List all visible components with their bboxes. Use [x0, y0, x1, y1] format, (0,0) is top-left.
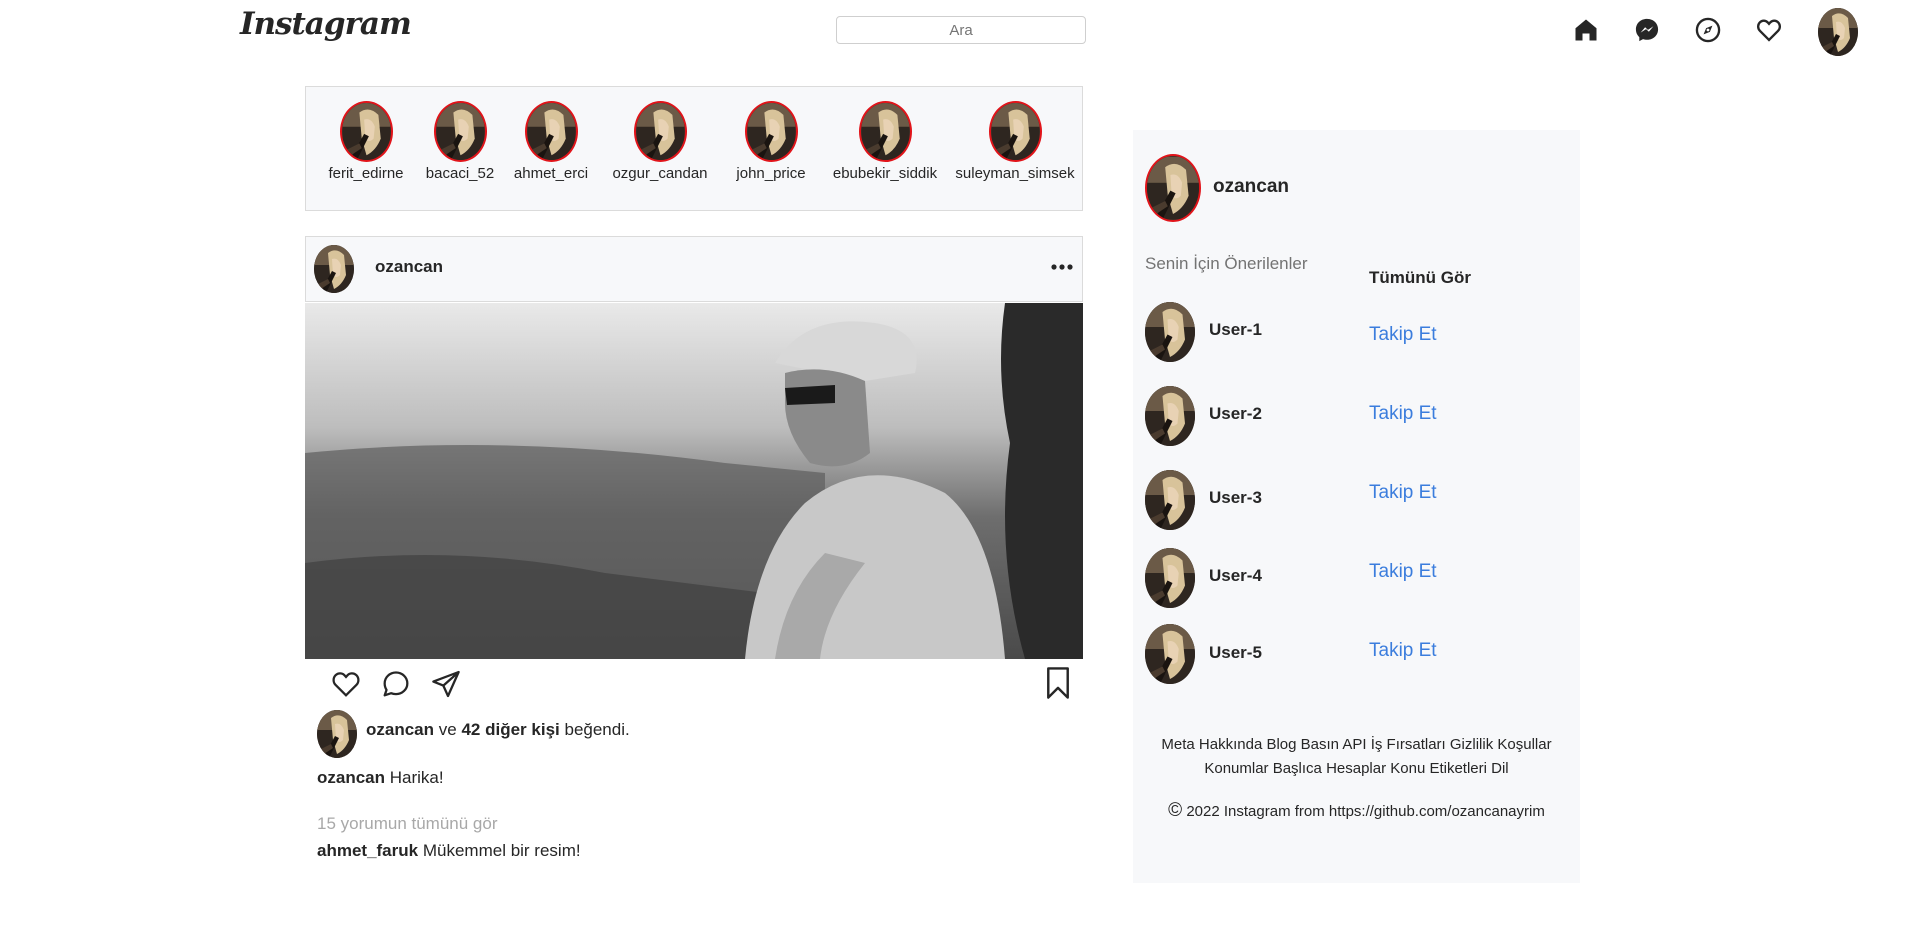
post-header: ozancan [305, 236, 1083, 302]
profile-avatar[interactable] [1818, 8, 1858, 56]
story-username: bacaci_52 [425, 165, 495, 182]
follow-button[interactable]: Takip Et [1369, 482, 1437, 504]
instagram-logo[interactable]: Instagram [240, 6, 412, 42]
suggestion-username[interactable]: User-5 [1209, 643, 1262, 663]
suggestion-username[interactable]: User-3 [1209, 488, 1262, 508]
suggestion-avatar[interactable] [1145, 386, 1195, 446]
post-card: ozancan ozancan ve 42 diğer kişi beğendi… [305, 236, 1083, 876]
story-item[interactable]: john_price [724, 101, 818, 182]
share-send-icon[interactable] [429, 668, 463, 700]
explore-icon[interactable] [1692, 14, 1724, 46]
suggestion-avatar[interactable] [1145, 624, 1195, 684]
copyright: © 2022 Instagram from https://github.com… [1133, 800, 1580, 822]
bookmark-icon[interactable] [1043, 666, 1073, 700]
story-avatar [433, 101, 487, 162]
comment-icon[interactable] [379, 668, 413, 700]
more-horizontal-icon[interactable] [1050, 257, 1074, 277]
see-all-link[interactable]: Tümünü Gör [1369, 268, 1471, 288]
post-caption: ozancan Harika! [317, 768, 444, 788]
messenger-icon[interactable] [1631, 14, 1663, 46]
caption-text: Harika! [389, 768, 444, 787]
follow-button[interactable]: Takip Et [1369, 561, 1437, 583]
story-username: john_price [736, 165, 806, 182]
story-item[interactable]: ahmet_erci [508, 101, 594, 182]
story-item[interactable]: ozgur_candan [606, 101, 714, 182]
story-avatar [744, 101, 798, 162]
likes-first-user[interactable]: ozancan [366, 720, 434, 739]
footer-links-line2[interactable]: Konumlar Başlıca Hesaplar Konu Etiketler… [1133, 760, 1580, 777]
story-avatar [524, 101, 578, 162]
comment-row: ahmet_faruk Mükemmel bir resim! [317, 841, 581, 861]
likes-summary: ozancan ve 42 diğer kişi beğendi. [366, 720, 630, 740]
like-heart-icon[interactable] [329, 668, 363, 700]
right-sidebar: ozancan Senin İçin Önerilenler Tümünü Gö… [1133, 130, 1580, 883]
story-item[interactable]: ferit_edirne [324, 101, 408, 182]
story-item[interactable]: ebubekir_siddik [824, 101, 946, 182]
likes-suffix: beğendi. [564, 720, 630, 739]
likes-others[interactable]: 42 diğer kişi [461, 720, 559, 739]
follow-button[interactable]: Takip Et [1369, 640, 1437, 662]
post-author-avatar[interactable] [314, 245, 354, 293]
story-username: suleyman_simsek [955, 165, 1075, 182]
follow-button[interactable]: Takip Et [1369, 324, 1437, 346]
view-all-comments-link[interactable]: 15 yorumun tümünü gör [317, 814, 498, 834]
story-avatar [633, 101, 687, 162]
suggestion-avatar[interactable] [1145, 470, 1195, 530]
sidebar-username[interactable]: ozancan [1213, 176, 1289, 198]
suggestion-avatar[interactable] [1145, 302, 1195, 362]
story-item[interactable]: suleyman_simsek [948, 101, 1082, 182]
story-username: ahmet_erci [513, 165, 589, 182]
post-image[interactable] [305, 303, 1083, 659]
suggestions-title: Senin İçin Önerilenler [1145, 254, 1308, 273]
stories-bar: ferit_edirne bacaci_52 ahmet_erci ozgur_… [305, 86, 1083, 211]
comment-username[interactable]: ahmet_faruk [317, 841, 418, 860]
likes-connector: ve [438, 720, 457, 739]
heart-icon[interactable] [1753, 14, 1785, 46]
story-username: ozgur_candan [612, 165, 708, 182]
comment-text: Mükemmel bir resim! [422, 841, 581, 860]
follow-button[interactable]: Takip Et [1369, 403, 1437, 425]
copyright-text: 2022 Instagram from https://github.com/o… [1186, 803, 1545, 820]
copyright-icon: © [1168, 800, 1183, 821]
search-input[interactable] [836, 16, 1086, 44]
post-author-name[interactable]: ozancan [375, 257, 443, 277]
suggestion-username[interactable]: User-4 [1209, 566, 1262, 586]
story-avatar [339, 101, 393, 162]
likes-avatar[interactable] [317, 710, 357, 758]
suggestion-username[interactable]: User-1 [1209, 320, 1262, 340]
suggestion-username[interactable]: User-2 [1209, 404, 1262, 424]
footer-links-line1[interactable]: Meta Hakkında Blog Basın API İş Fırsatla… [1133, 736, 1580, 753]
home-icon[interactable] [1570, 14, 1602, 46]
story-item[interactable]: bacaci_52 [423, 101, 497, 182]
caption-username[interactable]: ozancan [317, 768, 385, 787]
sidebar-profile-avatar[interactable] [1145, 154, 1201, 222]
story-avatar [858, 101, 912, 162]
story-username: ferit_edirne [328, 165, 404, 182]
story-avatar [988, 101, 1042, 162]
story-username: ebubekir_siddik [832, 165, 938, 182]
suggestion-avatar[interactable] [1145, 548, 1195, 608]
